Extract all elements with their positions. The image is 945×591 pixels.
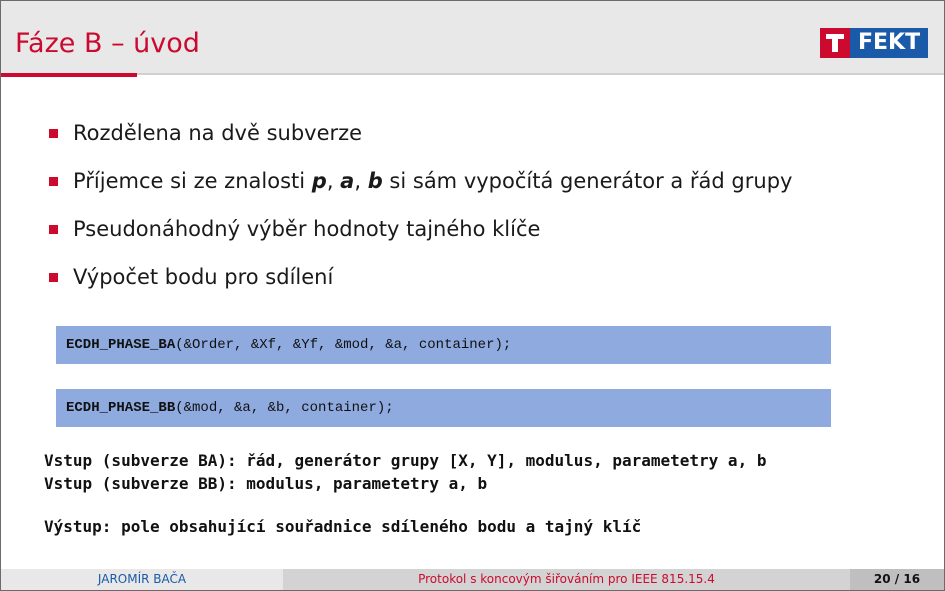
bullet-text: Příjemce si ze znalosti p, a, b si sám v… [73,169,793,193]
bullet-item: Rozdělena na dvě subverze [49,109,792,157]
slide-title: Fáze B – úvod [15,28,200,59]
bullet-item: Výpočet bodu pro sdílení [49,253,792,301]
function-args: (&mod, &a, &b, container); [175,400,394,416]
bullet-text: Výpočet bodu pro sdílení [73,265,334,289]
fekt-t-icon [820,28,850,58]
bullet-text: Rozdělena na dvě subverze [73,121,363,145]
bullet-square-icon [49,272,58,282]
bullet-square-icon [49,176,58,186]
title-underline [1,73,137,77]
bullet-square-icon [49,224,58,234]
footer-page-number: 20 / 16 [850,569,944,590]
bullet-text: Pseudonáhodný výběr hodnoty tajného klíč… [73,217,541,241]
function-args: (&Order, &Xf, &Yf, &mod, &a, container); [175,337,512,353]
bullet-item: Příjemce si ze znalosti p, a, b si sám v… [49,157,792,205]
logo-text: FEKT [850,28,929,58]
code-block-ba: ECDH_PHASE_BA(&Order, &Xf, &Yf, &mod, &a… [56,326,831,364]
bullet-list: Rozdělena na dvě subverze Příjemce si ze… [49,109,792,301]
slide: Fáze B – úvod FEKT Rozdělena na dvě subv… [0,0,945,591]
footer-author: JAROMÍR BAČA [1,569,283,590]
bullet-item: Pseudonáhodný výběr hodnoty tajného klíč… [49,205,792,253]
bullet-square-icon [49,128,58,138]
fekt-logo: FEKT [820,28,929,58]
function-name: ECDH_PHASE_BB [66,400,176,416]
output-line: Výstup: pole obsahující souřadnice sdíle… [44,517,642,536]
function-name: ECDH_PHASE_BA [66,337,176,353]
param-p: p [311,169,327,193]
header-divider [1,73,944,75]
slide-footer: JAROMÍR BAČA Protokol s koncovým šiřován… [1,569,944,590]
param-a: a [340,169,355,193]
footer-talk-title: Protokol s koncovým šiřováním pro IEEE 8… [283,569,850,590]
input-bb-line: Vstup (subverze BB): modulus, parametetr… [44,474,488,493]
input-ba-line: Vstup (subverze BA): řád, generátor grup… [44,451,767,470]
param-b: b [367,169,383,193]
code-block-bb: ECDH_PHASE_BB(&mod, &a, &b, container); [56,389,831,427]
